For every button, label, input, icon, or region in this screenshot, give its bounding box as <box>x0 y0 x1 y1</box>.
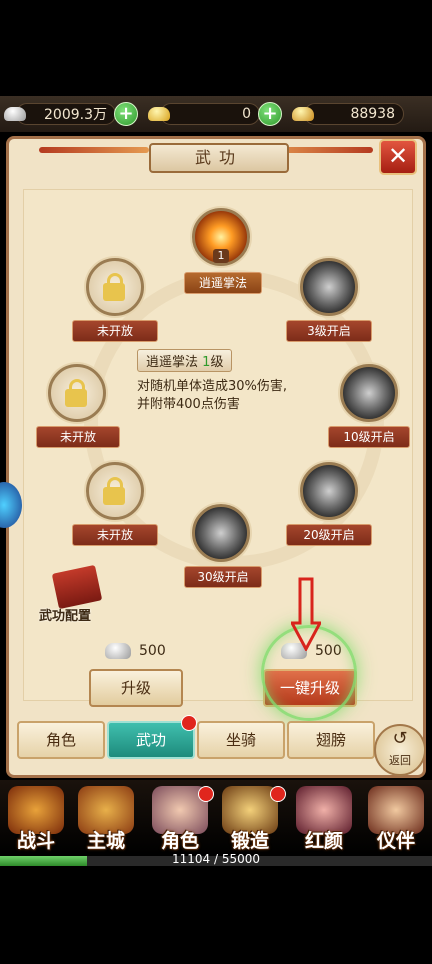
gold-amount: 0 <box>160 103 260 125</box>
notification-dot <box>198 786 214 802</box>
nav-beauty-label: 红颜 <box>304 830 343 852</box>
tab-mount[interactable]: 坐骑 <box>197 721 285 759</box>
notification-dot <box>270 786 286 802</box>
skill-slot-label: 30级开启 <box>184 566 262 588</box>
back-arrow-icon: ↺ <box>392 728 408 749</box>
nav-character-label: 角色 <box>160 830 199 852</box>
bound-gold-resource: 88938 <box>292 100 404 128</box>
tab-wings[interactable]: 翅膀 <box>287 721 375 759</box>
martial-arts-panel: 武功 ✕ 1 逍遥掌法 未开放 3级开启 未开放 10级开启 未开放 20级开启… <box>6 136 426 778</box>
skill-slot-label: 3级开启 <box>286 320 372 342</box>
skill-info: 逍遥掌法 1级 对随机单体造成30%伤害, 并附带400点伤害 <box>137 349 317 414</box>
gold-resource: 0 + <box>148 100 282 128</box>
nav-forge[interactable]: 锻造 <box>216 784 286 852</box>
skill-level-badge: 1 <box>213 249 229 263</box>
skill-slot-locked-1[interactable] <box>86 258 144 316</box>
silver-icon <box>105 643 131 659</box>
nav-beauty[interactable]: 红颜 <box>290 784 358 852</box>
silver-ingot-icon <box>4 107 26 121</box>
nav-battle[interactable]: 战斗 <box>2 784 70 852</box>
skill-slot-locked-3[interactable] <box>86 462 144 520</box>
upgrade-cost: 500 <box>105 643 166 659</box>
skill-slot-lv20[interactable] <box>300 462 358 520</box>
martial-config-label[interactable]: 武功配置 <box>39 605 91 624</box>
bottom-nav: 战斗 主城 角色 锻造 红颜 仪伴 <box>0 780 432 854</box>
experience-text: 11104 / 55000 <box>171 852 261 866</box>
lock-icon <box>65 379 87 407</box>
title-ornament-left <box>39 147 149 153</box>
skill-slot-label: 未开放 <box>36 426 120 448</box>
skill-info-desc-line1: 对随机单体造成30%伤害, <box>137 379 288 394</box>
skill-info-desc: 对随机单体造成30%伤害, 并附带400点伤害 <box>137 378 317 414</box>
nav-battle-label: 战斗 <box>16 830 55 852</box>
nav-forge-label: 锻造 <box>230 830 269 852</box>
back-label: 返回 <box>389 754 411 767</box>
bound-gold-icon <box>292 107 314 121</box>
gold-ingot-icon <box>148 107 170 121</box>
skill-slot-label: 未开放 <box>72 524 158 546</box>
nav-companion-label: 仪伴 <box>376 830 415 852</box>
skill-info-name: 逍遥掌法 <box>146 355 199 370</box>
back-button[interactable]: ↺ 返回 <box>374 724 426 776</box>
upgrade-cost-value: 500 <box>139 643 166 659</box>
skill-slot-lv30[interactable] <box>192 504 250 562</box>
skill-info-title: 逍遥掌法 1级 <box>137 349 233 372</box>
skill-slot-label: 20级开启 <box>286 524 372 546</box>
notification-dot <box>181 715 197 731</box>
skill-info-desc-line2: 并附带400点伤害 <box>137 397 240 412</box>
tutorial-arrow-icon <box>291 577 321 651</box>
skill-name-tag: 逍遥掌法 <box>184 272 262 294</box>
nav-main-city[interactable]: 主城 <box>72 784 140 852</box>
skill-area: 1 逍遥掌法 未开放 3级开启 未开放 10级开启 未开放 20级开启 30级开… <box>23 189 413 701</box>
lock-icon <box>103 477 125 505</box>
silver-resource: 2009.3万 + <box>4 100 138 128</box>
skill-slot-locked-2[interactable] <box>48 364 106 422</box>
nav-character[interactable]: 角色 <box>146 784 214 852</box>
category-tabs: 角色 武功 坐骑 翅膀 <box>15 715 432 761</box>
upgrade-button[interactable]: 升级 <box>89 669 183 707</box>
panel-title: 武功 <box>149 143 289 173</box>
nav-main-city-label: 主城 <box>86 830 125 852</box>
resource-bar: 2009.3万 + 0 + 88938 <box>0 96 432 132</box>
skill-slot-label: 10级开启 <box>328 426 410 448</box>
nav-companion[interactable]: 仪伴 <box>362 784 430 852</box>
silver-amount: 2009.3万 <box>16 103 116 125</box>
add-gold-button[interactable]: + <box>258 102 282 126</box>
skill-slot-lv3[interactable] <box>300 258 358 316</box>
lock-icon <box>103 273 125 301</box>
close-button[interactable]: ✕ <box>379 139 417 175</box>
bound-gold-amount: 88938 <box>304 103 404 125</box>
tab-character[interactable]: 角色 <box>17 721 105 759</box>
skill-xiaoyao-palm[interactable]: 1 <box>192 208 250 266</box>
skill-slot-label: 未开放 <box>72 320 158 342</box>
skill-slot-lv10[interactable] <box>340 364 398 422</box>
skill-info-level-suffix: 级 <box>210 355 224 370</box>
add-silver-button[interactable]: + <box>114 102 138 126</box>
